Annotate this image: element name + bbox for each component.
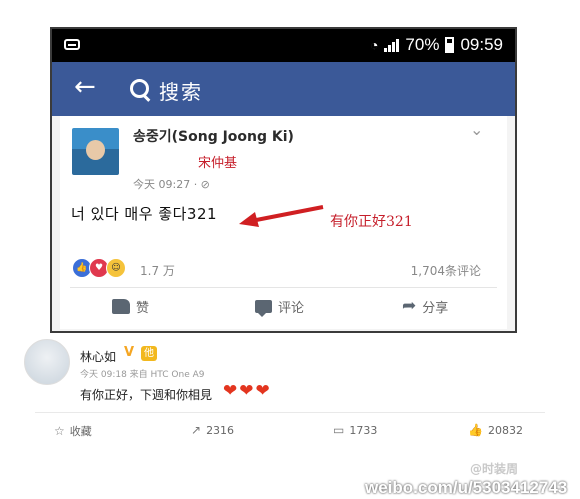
divider (35, 412, 545, 413)
divider (70, 287, 497, 288)
verified-icon: V (124, 345, 135, 360)
favorite-label: 收藏 (69, 425, 92, 438)
heart-icon: ❤ (239, 381, 254, 401)
clock: 09:59 (460, 35, 503, 54)
comment-label: 评论 (278, 301, 305, 316)
like-label: 赞 (136, 301, 150, 316)
share-label: 分享 (422, 301, 449, 316)
post-author[interactable]: 송중기(Song Joong Ki) (133, 126, 294, 146)
comment-button[interactable]: ▭ 1733 (333, 423, 377, 437)
battery-percent: 70% (405, 35, 440, 54)
like-count: 20832 (487, 423, 523, 437)
repost-icon: ↗ (191, 423, 202, 437)
post-text: 너 있다 매우 좋다321 (71, 205, 218, 223)
red-arrow-icon (239, 205, 324, 227)
comment-count[interactable]: 1,704条评论 (411, 262, 481, 279)
heart-icon: ❤ (223, 381, 238, 401)
star-icon: ☆ (54, 424, 65, 438)
repost-count: 2316 (206, 423, 235, 437)
favorite-button[interactable]: ☆ 收藏 (54, 423, 92, 439)
weibo-meta: 今天 09:18 来自 HTC One A9 (80, 370, 205, 380)
facebook-post: 송중기(Song Joong Ki) ⌄ 宋仲基 今天 09:27 · ⊘ 너 … (60, 116, 507, 329)
search-input[interactable]: 搜索 (159, 76, 203, 105)
share-icon: ➦ (402, 296, 417, 316)
battery-icon (445, 37, 455, 53)
translation-annotation: 有你正好321 (330, 214, 413, 230)
facebook-screenshot: ◔ 70% 09:59 ← 搜索 송중기(Song Joong Ki) ⌄ 宋仲… (50, 27, 517, 333)
post-timestamp: 今天 09:27 · ⊘ (133, 178, 210, 191)
facebook-header: ← 搜索 (52, 62, 515, 116)
watermark: weibo.com/u/5303412743 (365, 478, 568, 497)
watermark-handle: @时装周 (470, 462, 519, 476)
share-button[interactable]: ➦ 分享 (402, 296, 449, 317)
avatar[interactable] (72, 128, 119, 175)
like-button[interactable]: 👍 20832 (468, 423, 523, 437)
weibo-username[interactable]: 林心如 (80, 348, 116, 365)
keyboard-icon (64, 39, 80, 50)
signal-icon (384, 38, 400, 52)
haha-reaction-icon: ☺ (106, 258, 126, 278)
comment-count: 1733 (349, 423, 378, 437)
member-badge: 他 (141, 346, 157, 361)
thumbs-up-icon (112, 299, 130, 314)
comment-icon: ▭ (333, 423, 345, 437)
thumbs-up-icon: 👍 (468, 423, 483, 437)
weibo-avatar[interactable] (24, 339, 70, 385)
back-arrow-icon[interactable]: ← (74, 74, 96, 100)
author-annotation: 宋仲基 (198, 156, 238, 171)
like-button[interactable]: 赞 (112, 297, 149, 316)
chevron-down-icon[interactable]: ⌄ (470, 120, 483, 139)
search-icon[interactable] (130, 79, 149, 98)
heart-icon: ❤ (255, 381, 270, 401)
weibo-text: 有你正好，下週和你相見 (80, 388, 213, 402)
hearts: ❤ ❤ ❤ (223, 383, 270, 400)
weibo-action-bar: ☆ 收藏 ↗ 2316 ▭ 1733 👍 20832 (0, 417, 580, 443)
repost-button[interactable]: ↗ 2316 (191, 423, 234, 437)
comment-icon (255, 300, 272, 317)
comment-button[interactable]: 评论 (255, 297, 305, 317)
reaction-count[interactable]: 1.7 万 (140, 262, 175, 279)
status-bar: ◔ 70% 09:59 (52, 29, 515, 62)
wifi-icon: ◔ (369, 37, 379, 53)
reaction-icons[interactable]: 👍 ♥ ☺ (72, 258, 126, 278)
